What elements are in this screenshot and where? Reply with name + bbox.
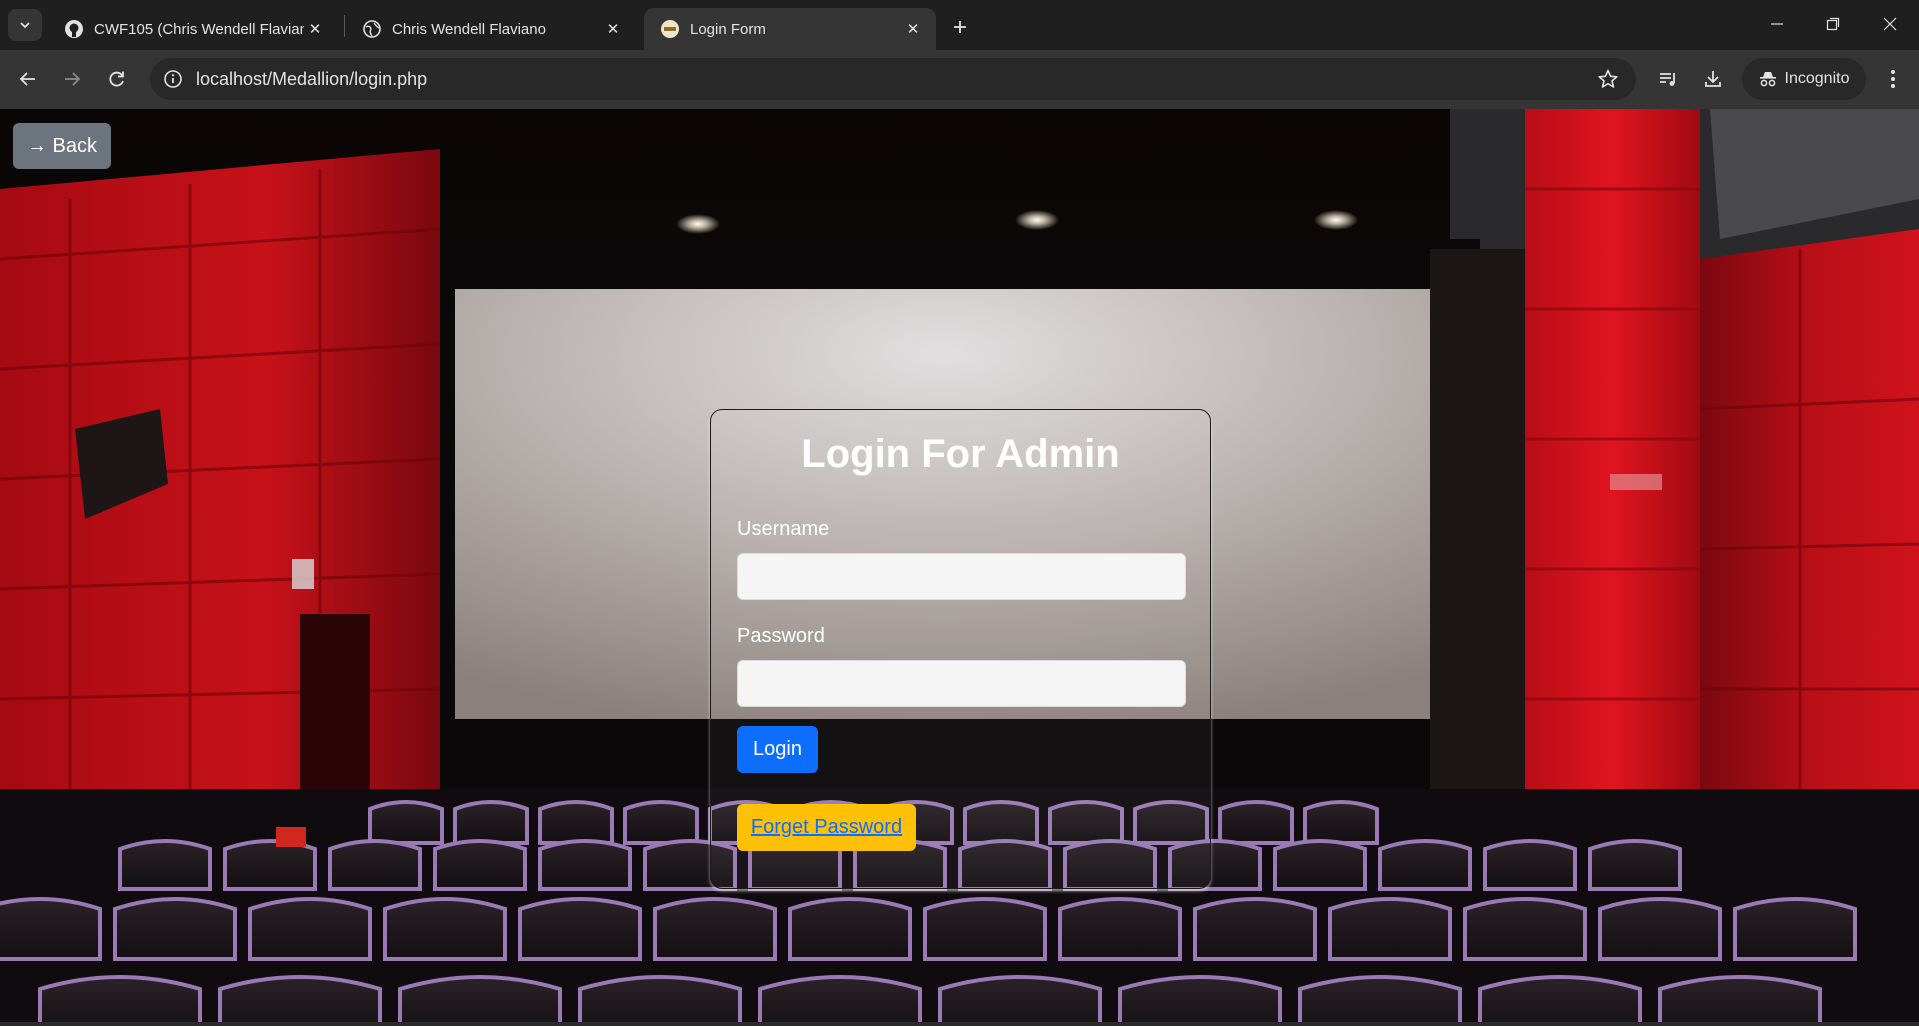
login-card: Login For Admin Username Password Login … xyxy=(710,409,1211,889)
info-icon[interactable] xyxy=(161,67,185,91)
forget-password-link[interactable]: Forget Password xyxy=(751,816,902,839)
tab-github[interactable]: CWF105 (Chris Wendell Flaviano ✕ xyxy=(48,8,338,50)
bottom-edge xyxy=(0,1022,1919,1026)
tab-title: Chris Wendell Flaviano xyxy=(392,20,546,38)
more-vert-icon xyxy=(1891,70,1895,88)
incognito-badge[interactable]: Incognito xyxy=(1742,58,1866,100)
forget-password-button[interactable]: Forget Password xyxy=(737,804,916,851)
chevron-down-icon xyxy=(20,22,30,29)
media-control-button[interactable] xyxy=(1653,64,1683,94)
download-icon xyxy=(1705,71,1721,87)
plus-icon xyxy=(954,21,966,33)
form-title: Login For Admin xyxy=(801,432,1120,476)
reload-icon xyxy=(109,71,124,87)
page-viewport: → Back Login For Admin Username Password… xyxy=(0,109,1919,1026)
tab-title: Login Form xyxy=(690,20,766,38)
username-label: Username xyxy=(737,518,830,540)
site-favicon xyxy=(660,19,680,39)
tab-profile[interactable]: Chris Wendell Flaviano ✕ xyxy=(346,8,636,50)
playlist-icon xyxy=(1660,73,1675,86)
restore-icon xyxy=(1826,17,1840,31)
back-button-label: → Back xyxy=(26,134,98,157)
login-button[interactable]: Login xyxy=(737,726,818,773)
tab-strip: CWF105 (Chris Wendell Flaviano ✕ Chris W… xyxy=(0,0,1919,50)
password-field[interactable] xyxy=(737,660,1186,707)
tab-login-form[interactable]: Login Form ✕ xyxy=(644,8,936,50)
url-text[interactable]: localhost/Medallion/login.php xyxy=(196,69,427,90)
arrow-right-icon xyxy=(65,72,81,86)
address-bar[interactable]: localhost/Medallion/login.php xyxy=(150,58,1636,100)
tab-title: CWF105 (Chris Wendell Flaviano xyxy=(94,20,304,38)
github-icon xyxy=(64,19,84,39)
close-icon xyxy=(1883,17,1897,31)
tab-search-button[interactable] xyxy=(8,9,42,41)
globe-icon xyxy=(362,19,382,39)
new-tab-button[interactable] xyxy=(946,13,974,41)
close-icon[interactable]: ✕ xyxy=(902,18,924,40)
password-label: Password xyxy=(737,625,825,647)
reload-button[interactable] xyxy=(101,63,133,95)
forward-nav-button[interactable] xyxy=(56,63,88,95)
star-icon[interactable] xyxy=(1596,67,1620,91)
back-nav-button[interactable] xyxy=(12,63,44,95)
minimize-icon xyxy=(1771,23,1783,25)
incognito-icon xyxy=(1759,72,1776,87)
username-field[interactable] xyxy=(737,553,1186,600)
tab-separator xyxy=(344,15,345,37)
restore-button[interactable] xyxy=(1816,8,1850,40)
back-button[interactable]: → Back xyxy=(13,123,111,169)
close-icon[interactable]: ✕ xyxy=(304,18,326,40)
login-button-label: Login xyxy=(753,738,802,760)
minimize-button[interactable] xyxy=(1760,8,1794,40)
window-close-button[interactable] xyxy=(1873,8,1907,40)
downloads-button[interactable] xyxy=(1698,64,1728,94)
incognito-label: Incognito xyxy=(1784,70,1850,87)
arrow-left-icon xyxy=(19,72,35,86)
menu-button[interactable] xyxy=(1878,64,1908,94)
close-icon[interactable]: ✕ xyxy=(602,18,624,40)
browser-toolbar: localhost/Medallion/login.php Incognito xyxy=(0,50,1919,109)
